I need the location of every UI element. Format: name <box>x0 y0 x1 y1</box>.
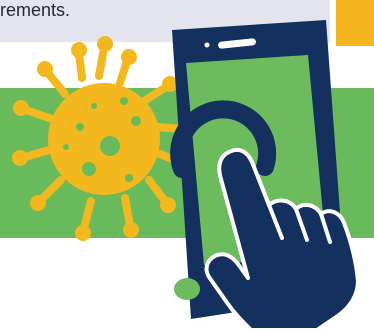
illustration <box>12 20 360 330</box>
virus-icon <box>12 36 197 241</box>
